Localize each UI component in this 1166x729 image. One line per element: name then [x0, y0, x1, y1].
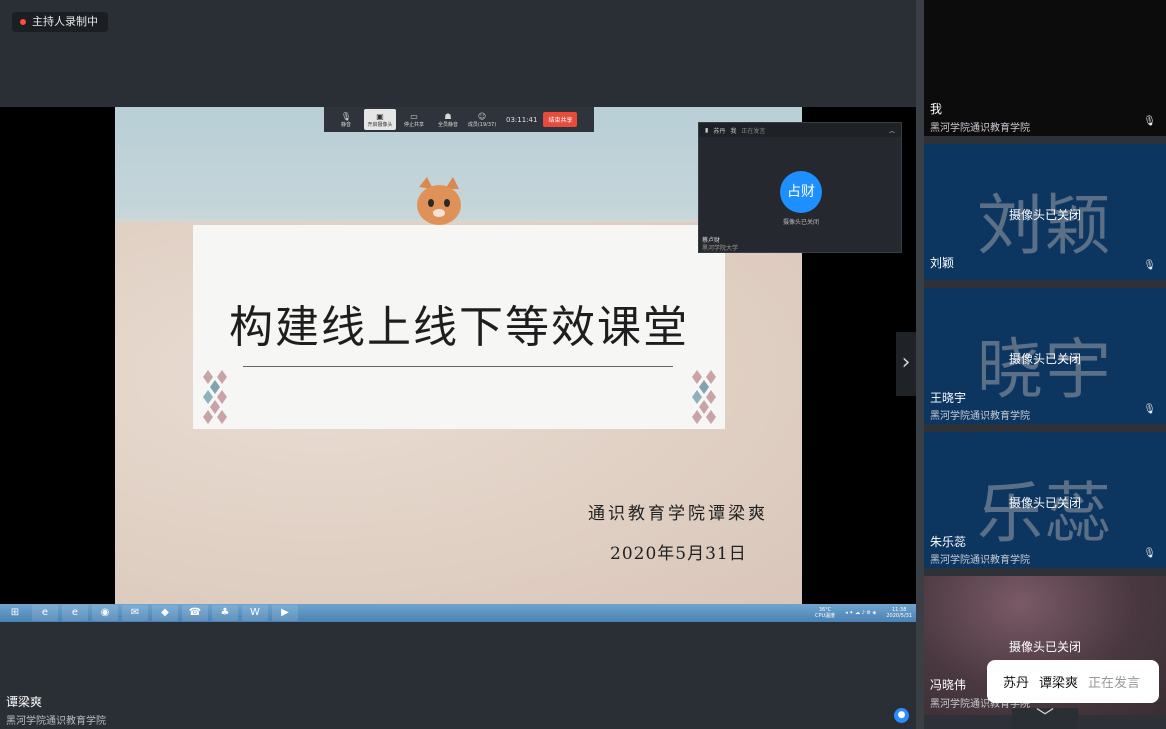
participant-name: 朱乐蕊 — [930, 535, 967, 549]
mic-muted-icon: 🎙 — [1143, 260, 1156, 271]
cpu-temp: 36°C CPU温度 — [815, 607, 836, 619]
presentation-icon[interactable]: ▶ — [272, 605, 298, 621]
presenter-name: 谭梁爽 — [6, 695, 43, 709]
mic-muted-icon: 🎙 — [1143, 116, 1156, 127]
presenter-org: 黑河学院通识教育学院 — [6, 716, 106, 727]
meeting-timer: 03:11:41 — [506, 115, 538, 124]
system-tray: 36°C CPU温度 ◂ ✦ ☁ ♪ ⚙ ◈ 11:38 2020/5/31 — [815, 604, 912, 622]
cat-image — [417, 177, 461, 225]
participant-tile-liuying[interactable]: 刘颖 摄像头已关闭 刘颖 🎙 — [924, 144, 1166, 280]
mini-participant-name: 蔡卢财 — [702, 237, 721, 244]
windows-taskbar: ⊞ e e ◉ ✉ ◆ ☎ ♣ W ▶ 36°C CPU温度 ◂ ✦ ☁ ♪ ⚙… — [0, 604, 916, 622]
mini-status: 正在发言 — [741, 127, 766, 135]
speaker-1: 苏丹 — [1003, 676, 1030, 691]
participant-org: 黑河学院通识教育学院 — [930, 555, 1030, 566]
mini-participant-org: 黑河学院大学 — [702, 245, 739, 252]
slide-title-card: 构建线上线下等效课堂 — [193, 225, 725, 429]
scroll-down-chevron-icon[interactable]: ﹀ — [1012, 708, 1078, 729]
recording-badge: 主持人录制中 — [12, 12, 108, 32]
chrome-icon[interactable]: ◉ — [92, 605, 118, 621]
speaking-status: 正在发言 — [1088, 676, 1141, 691]
slide-author: 通识教育学院谭梁爽 — [588, 504, 768, 524]
camera-off-label: 摄像头已关闭 — [1008, 352, 1081, 366]
participant-tile-me[interactable]: 我 黑河学院通识教育学院 🎙 — [924, 0, 1166, 136]
diamond-ornament-right — [692, 370, 716, 424]
camera-off-label: 摄像头已关闭 — [1008, 208, 1081, 222]
mic-muted-icon: 🎙 — [1143, 548, 1156, 559]
presenter-mic-icon: ● — [894, 708, 909, 723]
mic-muted-icon: 🎙 — [1143, 404, 1156, 415]
recording-dot-icon — [20, 19, 26, 25]
end-share-button[interactable]: 结束共享 — [543, 112, 578, 127]
mini-participant-info: 蔡卢财 黑河学院大学 — [702, 237, 738, 253]
meeting-app: 主持人录制中 构建线上线下等效课堂 通识教育学院谭梁爽 2020年5月31日 🎙… — [0, 0, 1166, 729]
speaking-indicator: 苏丹 谭梁爽 正在发言 — [987, 660, 1159, 703]
speaker-2: 谭梁爽 — [1039, 676, 1079, 691]
participant-tile-zhuleirui[interactable]: 乐蕊 摄像头已关闭 朱乐蕊 黑河学院通识教育学院 🎙 — [924, 432, 1166, 568]
diamond-ornament-left — [203, 370, 227, 424]
recording-label: 主持人录制中 — [32, 15, 98, 28]
panel-divider[interactable] — [916, 0, 924, 729]
title-divider — [243, 366, 673, 367]
mini-avatar: 占财 — [780, 171, 822, 213]
participant-name: 冯晓伟 — [930, 678, 967, 692]
wps-icon[interactable]: W — [242, 605, 268, 621]
share-icon: ▭ — [410, 111, 418, 121]
camera-off-label: 摄像头已关闭 — [1008, 640, 1081, 654]
app-icon[interactable]: ◆ — [152, 605, 178, 621]
signal-icon: ▮ — [705, 126, 709, 134]
members-icon: ☺ — [477, 111, 487, 121]
mini-me-label: 我 — [730, 127, 737, 135]
participant-org: 黑河学院通识教育学院 — [930, 123, 1030, 134]
participant-name: 刘颖 — [930, 256, 955, 270]
toolbar-camera-button[interactable]: ▣ 开启摄像头 — [364, 109, 396, 130]
wechat-icon[interactable]: ✉ — [122, 605, 148, 621]
participant-name: 我 — [930, 102, 943, 116]
browser-icon[interactable]: e — [32, 605, 58, 621]
camera-off-label: 摄像头已关闭 — [1008, 496, 1081, 510]
ie-icon[interactable]: e — [62, 605, 88, 621]
mini-speaker-name: 苏丹 — [713, 127, 726, 135]
toolbar-stop-share-button[interactable]: ▭ 停止共享 — [398, 109, 430, 130]
slide-date: 2020年5月31日 — [610, 544, 747, 564]
toolbar-mute-all-button[interactable]: ☗ 全员静音 — [432, 109, 464, 130]
screen-share-view: 构建线上线下等效课堂 通识教育学院谭梁爽 2020年5月31日 🎙 静音 ▣ 开… — [0, 107, 916, 622]
slide-title: 构建线上线下等效课堂 — [229, 302, 689, 353]
toolbar-members-button[interactable]: ☺ 成员(19/37) — [466, 109, 498, 130]
meeting-app-icon[interactable]: ☎ — [182, 605, 208, 621]
mini-camera-status: 摄像头已关闭 — [782, 219, 819, 226]
camera-icon: ▣ — [376, 111, 384, 121]
toolbar-mute-button[interactable]: 🎙 静音 — [330, 109, 362, 130]
participant-tile-wangxiaoyu[interactable]: 晓宇 摄像头已关闭 王晓宇 黑河学院通识教育学院 🎙 — [924, 288, 1166, 424]
game-icon[interactable]: ♣ — [212, 605, 238, 621]
share-toolbar: 🎙 静音 ▣ 开启摄像头 ▭ 停止共享 ☗ 全员静音 ☺ 成员(19/37) 0… — [324, 107, 594, 132]
mic-icon: 🎙 — [340, 111, 352, 121]
participant-name: 王晓宇 — [930, 391, 967, 405]
mini-window-header: ▮ 苏丹 我 正在发言 ︿ — [699, 123, 901, 137]
participant-org: 黑河学院通识教育学院 — [930, 411, 1030, 422]
floating-video-window[interactable]: ▮ 苏丹 我 正在发言 ︿ 占财 摄像头已关闭 蔡卢财 黑河学院大学 — [698, 122, 902, 253]
taskbar-clock: 11:38 2020/5/31 — [886, 607, 912, 619]
start-button-icon[interactable]: ⊞ — [2, 605, 28, 621]
next-page-arrow-icon[interactable]: › — [896, 332, 916, 396]
tray-icons[interactable]: ◂ ✦ ☁ ♪ ⚙ ◈ — [845, 610, 876, 616]
main-stage: 主持人录制中 构建线上线下等效课堂 通识教育学院谭梁爽 2020年5月31日 🎙… — [0, 0, 916, 729]
collapse-icon[interactable]: ︿ — [889, 126, 895, 135]
mute-all-icon: ☗ — [444, 111, 452, 121]
